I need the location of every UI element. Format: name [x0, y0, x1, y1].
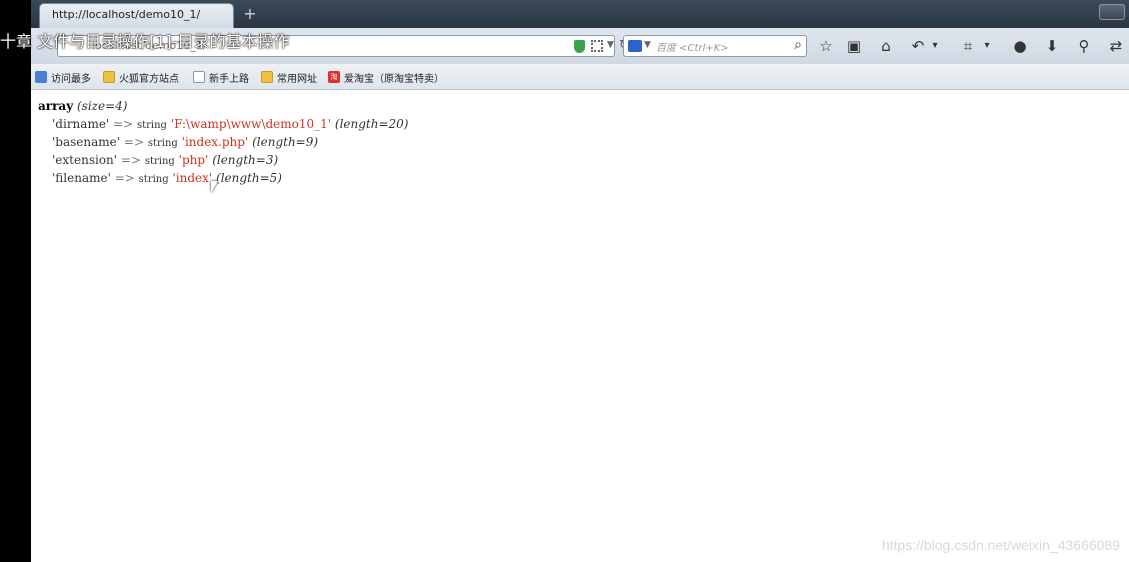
search-placeholder: 百度 <Ctrl+K>: [656, 43, 729, 54]
new-tab-button[interactable]: +: [241, 5, 259, 23]
dump-key: 'extension': [52, 153, 118, 167]
bookmarks-library-icon[interactable]: ▣: [843, 37, 865, 55]
folder-icon: [261, 71, 273, 83]
dump-value: 'index.php': [181, 135, 249, 149]
search-icon[interactable]: ⌕: [794, 37, 802, 53]
home-icon[interactable]: ⌂: [875, 37, 897, 55]
dump-length: (length=9): [252, 135, 319, 149]
array-size: (size=4): [77, 99, 128, 113]
dump-type: string: [147, 138, 178, 149]
undo-dropdown-icon[interactable]: ▾: [929, 37, 941, 55]
dump-header: array (size=4): [38, 97, 408, 115]
dump-length: (length=3): [212, 153, 279, 167]
dump-arrow: =>: [113, 117, 134, 131]
dump-type: string: [144, 156, 175, 167]
user-icon[interactable]: ⚲: [1073, 37, 1095, 55]
bookmark-label: 爱淘宝（原淘宝特卖）: [344, 73, 444, 85]
shield-icon[interactable]: [574, 40, 585, 53]
qr-code-icon[interactable]: [591, 40, 603, 52]
mouse-cursor-icon: [211, 181, 218, 193]
tab-localhost-demo[interactable]: http://localhost/demo10_1/: [39, 3, 234, 28]
dump-row: 'dirname' => string 'F:\wamp\www\demo10_…: [38, 115, 408, 133]
bookmark-label: 访问最多: [51, 73, 91, 85]
bookmarks-bar: 访问最多 火狐官方站点 新手上路 常用网址 淘 爱淘宝（原淘宝特卖）: [31, 64, 1129, 90]
sync-icon[interactable]: ⇄: [1105, 37, 1127, 55]
dump-key: 'basename': [52, 135, 121, 149]
dump-type: string: [136, 120, 167, 131]
screenshot-dropdown-icon[interactable]: ▾: [981, 37, 993, 55]
page-icon: [193, 71, 205, 83]
dump-row: 'filename' => string 'index' (length=5): [38, 169, 408, 187]
bookmark-most-visited[interactable]: 访问最多: [35, 69, 91, 85]
bookmark-label: 新手上路: [209, 73, 249, 85]
dump-length: (length=5): [216, 171, 282, 185]
var-dump-output: array (size=4) 'dirname' => string 'F:\w…: [38, 97, 408, 187]
dump-value: 'F:\wamp\www\demo10_1': [170, 117, 332, 131]
url-dropdown-icon[interactable]: ▼: [607, 40, 614, 50]
search-engine-dropdown-icon[interactable]: ▼: [644, 40, 651, 50]
dump-arrow: =>: [114, 171, 135, 185]
dump-row: 'basename' => string 'index.php' (length…: [38, 133, 408, 151]
taobao-icon: 淘: [328, 71, 340, 83]
watermark: https://blog.csdn.net/weixin_43666089: [881, 537, 1120, 553]
screen: http://localhost/demo10_1/ + localhost/d…: [0, 0, 1129, 562]
window-control-button[interactable]: [1099, 4, 1125, 20]
video-caption: 十章 文件与目录操作[1]-目录的基本操作: [0, 32, 290, 51]
browser-window: http://localhost/demo10_1/ + localhost/d…: [31, 0, 1129, 562]
search-engine-icon[interactable]: [628, 40, 642, 52]
bookmark-star-icon[interactable]: ☆: [815, 37, 837, 55]
dump-type: string: [138, 174, 169, 185]
folder-icon: [103, 71, 115, 83]
dump-value: 'php': [178, 153, 209, 167]
bookmark-label: 常用网址: [277, 73, 317, 85]
bookmark-firefox-official[interactable]: 火狐官方站点: [103, 69, 179, 85]
bookmark-getting-started[interactable]: 新手上路: [193, 69, 249, 85]
dump-arrow: =>: [123, 135, 144, 149]
search-bar[interactable]: ▼ 百度 <Ctrl+K> ⌕: [623, 35, 807, 57]
chat-icon[interactable]: ●: [1009, 37, 1031, 55]
tab-title: http://localhost/demo10_1/: [52, 8, 201, 21]
screenshot-icon[interactable]: ⌗: [957, 37, 979, 55]
bookmark-ai-taobao[interactable]: 淘 爱淘宝（原淘宝特卖）: [328, 69, 444, 85]
dump-key: 'filename': [52, 171, 111, 185]
dump-row: 'extension' => string 'php' (length=3): [38, 151, 408, 169]
undo-icon[interactable]: ↶: [907, 37, 929, 55]
array-keyword: array: [38, 99, 74, 113]
dump-arrow: =>: [120, 153, 142, 167]
left-black-strip: [0, 0, 31, 562]
bookmark-common-sites[interactable]: 常用网址: [261, 69, 317, 85]
tab-bar: http://localhost/demo10_1/ +: [31, 0, 1129, 28]
bookmark-label: 火狐官方站点: [119, 73, 179, 85]
dump-length: (length=20): [334, 117, 409, 131]
dump-key: 'dirname': [52, 117, 110, 131]
most-visited-icon: [35, 71, 47, 83]
download-icon[interactable]: ⬇: [1041, 37, 1063, 55]
dump-value: 'index': [172, 171, 213, 185]
